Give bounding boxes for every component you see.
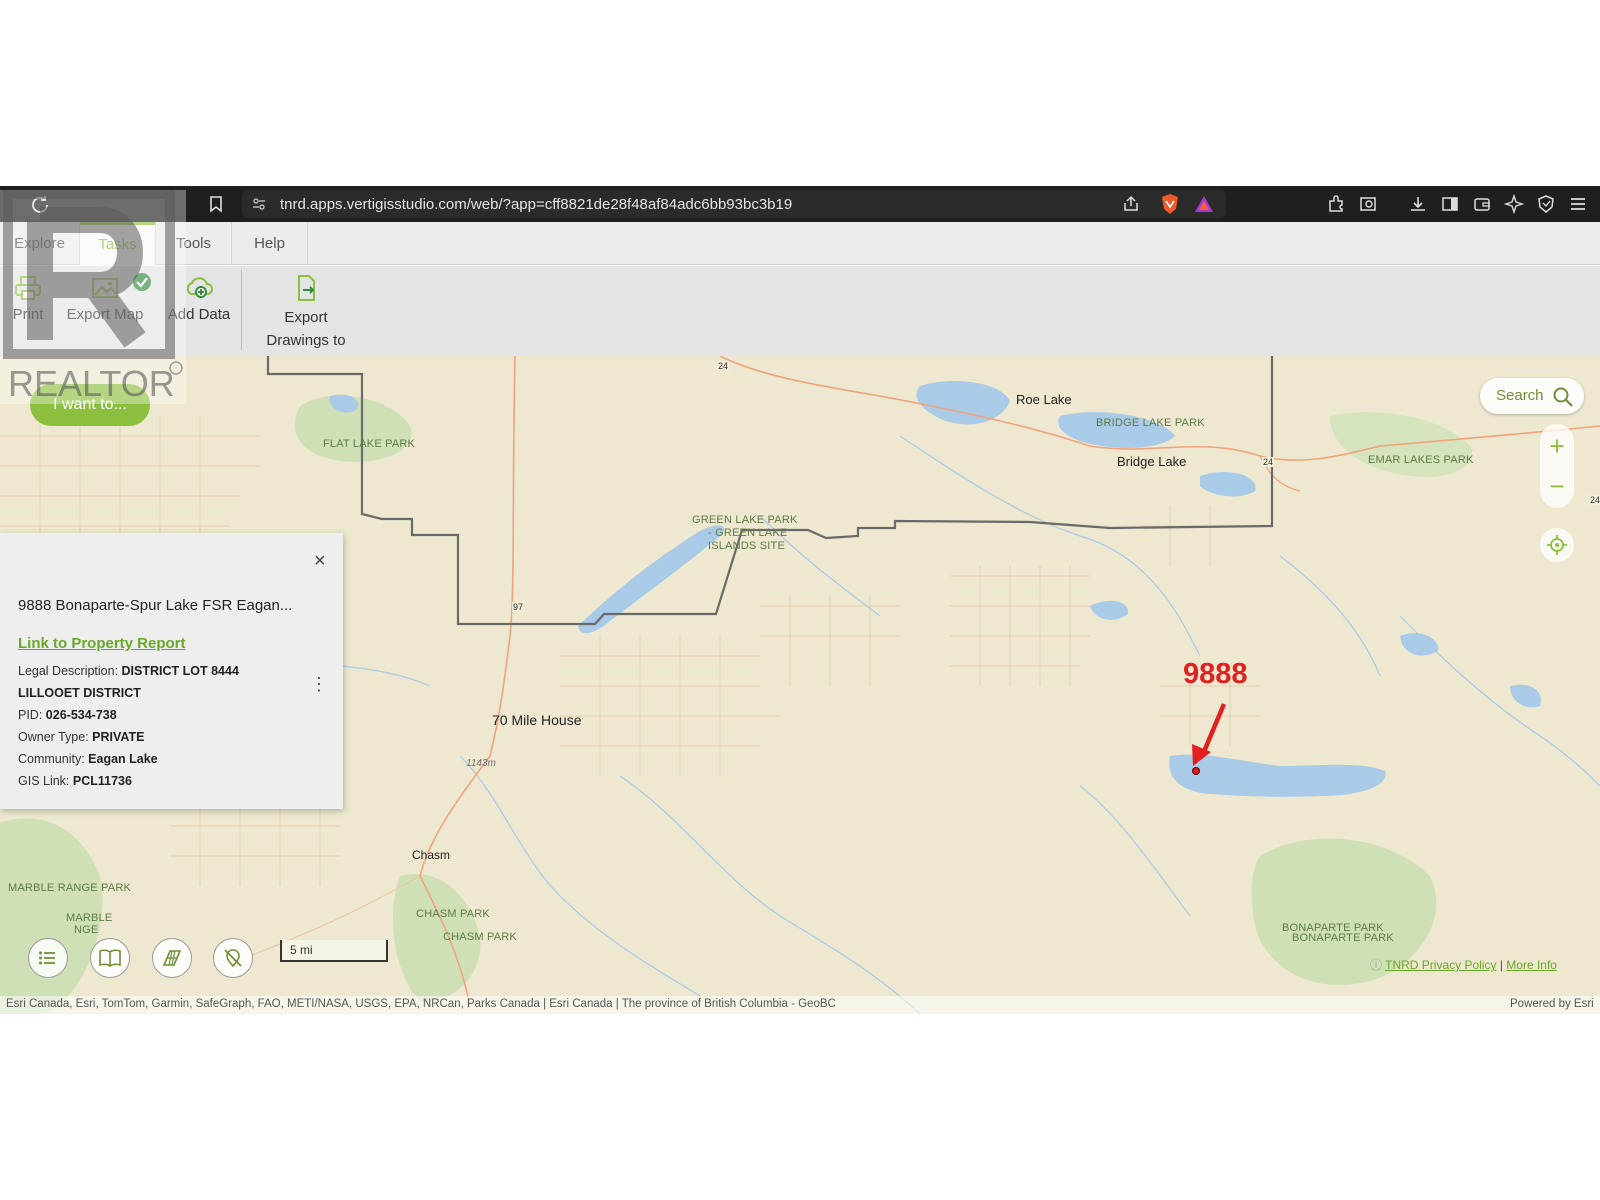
search-label: Search <box>1496 387 1544 404</box>
scale-bar: 5 mi <box>280 940 388 962</box>
realtor-watermark-logo: REALTOR <box>0 189 186 404</box>
scale-label: 5 mi <box>290 943 313 957</box>
lake-north-1 <box>916 381 1010 425</box>
realtor-wordmark: REALTOR <box>8 363 175 404</box>
legend-button[interactable] <box>90 938 130 978</box>
list-icon <box>39 951 55 965</box>
legal-description-row: Legal Description: DISTRICT LOT 8444 <box>18 664 239 678</box>
map-label-green-lake-park: GREEN LAKE PARK <box>692 514 798 526</box>
brave-shield-icon[interactable] <box>1160 193 1180 215</box>
powered-by-esri[interactable]: Powered by Esri <box>1510 998 1594 1010</box>
lake-north-2 <box>1200 471 1256 497</box>
export-drawings-label-2: Drawings to <box>266 332 346 349</box>
close-popup-button[interactable]: × <box>314 551 326 571</box>
ribbon-toolbar: Print Export Map Add Data Export Drawing… <box>0 266 1600 356</box>
popup-title: 9888 Bonaparte-Spur Lake FSR Eagan... <box>18 597 293 614</box>
map-label-bridge-lake: Bridge Lake <box>1117 454 1187 469</box>
map-label-bonaparte-park-2: BONAPARTE PARK <box>1292 932 1394 944</box>
extensions-icon[interactable] <box>1326 194 1346 214</box>
map-label-bridge-lake-park: BRIDGE LAKE PARK <box>1096 417 1205 429</box>
map-view[interactable]: FLAT LAKE PARK Roe Lake BRIDGE LAKE PARK… <box>0 356 1600 1014</box>
share-icon[interactable] <box>1122 195 1140 213</box>
district-row: LILLOOET DISTRICT <box>18 686 141 700</box>
map-label-marble: MARBLE <box>66 912 113 924</box>
map-tools-button[interactable] <box>213 938 253 978</box>
map-label-flat-lake-park: FLAT LAKE PARK <box>323 438 416 450</box>
export-drawings-label-1: Export <box>284 309 328 326</box>
map-attribution: Esri Canada, Esri, TomTom, Garmin, SafeG… <box>0 996 1600 1014</box>
map-label-marble-range-park: MARBLE RANGE PARK <box>8 882 132 894</box>
map-pin-off-icon <box>224 949 242 968</box>
document-export-icon <box>298 275 315 301</box>
regional-boundary <box>266 356 1274 626</box>
info-icon: ⓘ <box>1370 958 1386 972</box>
url-text: tnrd.apps.vertigisstudio.com/web/?app=cf… <box>280 196 793 213</box>
lake-mid-2 <box>1400 633 1439 656</box>
map-label-highway-24-north: 24 <box>717 361 730 371</box>
map-label-emar-lakes-park: EMAR LAKES PARK <box>1368 454 1474 466</box>
menu-icon[interactable] <box>1568 194 1588 214</box>
zoom-control: + − <box>1540 424 1574 508</box>
annotation-arrow-shaft <box>1200 703 1227 755</box>
leo-ai-icon[interactable] <box>1504 194 1524 214</box>
map-label-roe-lake: Roe Lake <box>1016 392 1072 407</box>
privacy-links: ⓘ TNRD Privacy Policy | More Info <box>1370 958 1557 972</box>
download-icon[interactable] <box>1408 194 1428 214</box>
map-label-chasm: Chasm <box>412 848 451 862</box>
wallet-icon[interactable] <box>1472 194 1492 214</box>
app-screenshot: tnrd.apps.vertigisstudio.com/web/?app=cf… <box>0 186 1600 1014</box>
privacy-policy-link[interactable]: TNRD Privacy Policy <box>1385 958 1496 972</box>
open-book-icon <box>99 949 121 967</box>
search-button[interactable]: Search <box>1480 378 1584 414</box>
map-label-chasm-park-2: CHASM PARK <box>443 931 517 943</box>
basemap-grid-icon <box>162 950 182 966</box>
vpn-icon[interactable] <box>1536 194 1556 214</box>
address-bar[interactable]: tnrd.apps.vertigisstudio.com/web/?app=cf… <box>242 190 1226 218</box>
owner-type-row: Owner Type: PRIVATE <box>18 730 145 744</box>
attribution-text: Esri Canada, Esri, TomTom, Garmin, SafeG… <box>6 998 836 1010</box>
layer-list-button[interactable] <box>28 938 68 978</box>
map-label-highway-24-east: 24 <box>1262 457 1275 467</box>
search-icon <box>1553 387 1573 407</box>
property-report-link[interactable]: Link to Property Report <box>18 635 186 652</box>
map-label-highway-97: 97 <box>512 602 525 612</box>
bookmark-icon[interactable] <box>206 194 226 214</box>
site-settings-icon[interactable] <box>252 197 266 211</box>
basemap-button[interactable] <box>152 938 192 978</box>
crosshair-icon <box>1547 535 1567 555</box>
more-options-icon[interactable]: ⋮ <box>310 675 328 693</box>
gis-link-row: GIS Link: PCL11736 <box>18 774 132 788</box>
eagan-lake <box>1169 754 1386 797</box>
map-label-islands-site: ISLANDS SITE <box>708 540 785 552</box>
map-label-elevation: 1143m <box>466 758 496 769</box>
reader-icon[interactable] <box>1358 194 1378 214</box>
map-label-highway-24-edge: 24 <box>1589 495 1600 505</box>
property-marker <box>1192 767 1200 775</box>
zoom-out-button[interactable]: − <box>1540 466 1574 506</box>
zoom-in-button[interactable]: + <box>1540 426 1574 466</box>
cloud-add-icon <box>186 277 213 298</box>
lake-east <box>1510 684 1541 708</box>
locate-button[interactable] <box>1540 528 1574 562</box>
map-label-chasm-park-1: CHASM PARK <box>416 908 490 920</box>
more-info-link[interactable]: More Info <box>1506 958 1557 972</box>
map-label-range: NGE <box>74 924 99 936</box>
export-drawings-button[interactable]: Export Drawings to <box>258 274 354 352</box>
pid-row: PID: 026-534-738 <box>18 708 117 722</box>
annotation-lot-number: 9888 <box>1183 658 1248 690</box>
feature-popup: × 9888 Bonaparte-Spur Lake FSR Eagan... … <box>0 533 343 809</box>
lake-mid-1 <box>1090 600 1129 620</box>
tab-help[interactable]: Help <box>232 222 308 265</box>
sidebar-icon[interactable] <box>1440 194 1460 214</box>
browser-toolbar: tnrd.apps.vertigisstudio.com/web/?app=cf… <box>0 186 1600 222</box>
brave-rewards-icon[interactable] <box>1194 195 1214 213</box>
map-label-70-mile-house: 70 Mile House <box>492 712 582 728</box>
ribbon-separator <box>241 270 242 350</box>
ribbon-tab-bar: Explore Tasks Tools Help <box>0 222 1600 265</box>
community-row: Community: Eagan Lake <box>18 752 158 766</box>
map-label-green-lake: - GREEN LAKE <box>708 527 788 539</box>
realtor-logo-icon: REALTOR <box>0 189 186 404</box>
